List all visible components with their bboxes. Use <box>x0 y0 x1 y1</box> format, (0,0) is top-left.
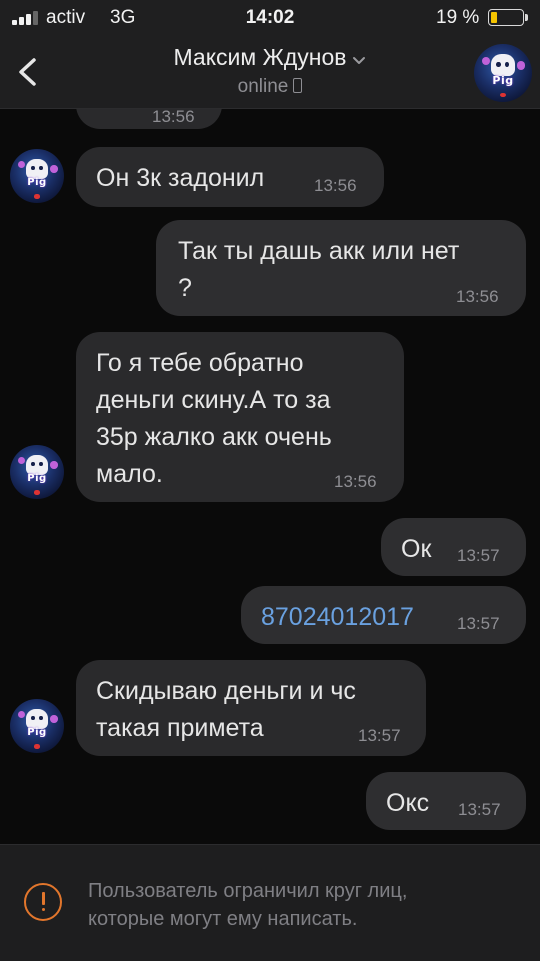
warning-icon <box>24 883 62 921</box>
message-bubble-outgoing[interactable]: Ок 13:57 <box>381 518 526 576</box>
message-bubble-outgoing[interactable]: Так ты дашь акк или нет? 13:56 <box>156 220 526 316</box>
message-bubble-outgoing[interactable]: 87024012017 13:57 <box>241 586 526 644</box>
restriction-notice: Пользователь ограничил круг лиц, которые … <box>0 844 540 961</box>
message-bubble-outgoing[interactable]: Окс 13:57 <box>366 772 526 830</box>
message-text: Скидываю деньги и чс такая примета <box>96 677 356 742</box>
message-time: 13:56 <box>314 176 357 195</box>
online-status: online <box>237 76 289 97</box>
avatar-label: Pig <box>27 727 47 739</box>
message-bubble-incoming[interactable]: Скидываю деньги и чс такая примета 13:57 <box>76 660 426 756</box>
mobile-phone-icon <box>293 78 303 93</box>
message-time: 13:57 <box>457 546 500 565</box>
message-text: Да <box>96 109 127 111</box>
message-time: 13:57 <box>458 800 501 819</box>
status-bar: activ 3G 14:02 19 % <box>0 0 540 36</box>
message-text: Он 3к задонил <box>96 164 265 192</box>
phone-number-link[interactable]: 87024012017 <box>261 599 414 636</box>
contact-name: Максим Ждунов <box>173 44 347 70</box>
avatar-label: Pig <box>27 177 47 189</box>
message-bubble-incoming[interactable]: Да 13:56 <box>76 109 222 129</box>
avatar-label: Pig <box>492 74 514 88</box>
message-time: 13:57 <box>358 726 401 745</box>
contact-status: online <box>0 76 540 98</box>
message-text: Го я тебе обратно деньги скину.А то за 35р… <box>96 349 332 488</box>
sender-avatar[interactable]: Pig <box>10 445 64 499</box>
message-text: Так ты дашь акк или нет? <box>178 237 460 302</box>
avatar-label: Pig <box>27 473 47 485</box>
chevron-down-icon <box>352 45 366 72</box>
restriction-text: Пользователь ограничил круг лиц, которые … <box>88 880 408 930</box>
message-bubble-incoming[interactable]: Го я тебе обратно деньги скину.А то за 35р… <box>76 332 404 502</box>
contact-avatar[interactable]: Pig <box>474 44 532 102</box>
battery-tip <box>525 14 528 21</box>
contact-name-button[interactable]: Максим Ждунов <box>0 44 540 72</box>
battery-level-fill <box>491 12 497 23</box>
sender-avatar[interactable]: Pig <box>10 699 64 753</box>
message-list[interactable]: Да 13:56 Pig Он 3к задонил 13:56 Так ты … <box>0 109 540 844</box>
message-time: 13:57 <box>457 614 500 633</box>
sender-avatar[interactable]: Pig <box>10 149 64 203</box>
message-text: Окс <box>386 789 430 817</box>
message-time: 13:56 <box>334 472 377 491</box>
battery-icon <box>488 9 524 26</box>
chat-header: Максим Ждунов online Pig <box>0 36 540 109</box>
message-time: 13:56 <box>152 109 195 126</box>
battery-percent: 19 % <box>436 7 480 28</box>
message-time: 13:56 <box>456 287 499 306</box>
message-text: Ок <box>401 535 432 563</box>
message-bubble-incoming[interactable]: Он 3к задонил 13:56 <box>76 147 384 207</box>
